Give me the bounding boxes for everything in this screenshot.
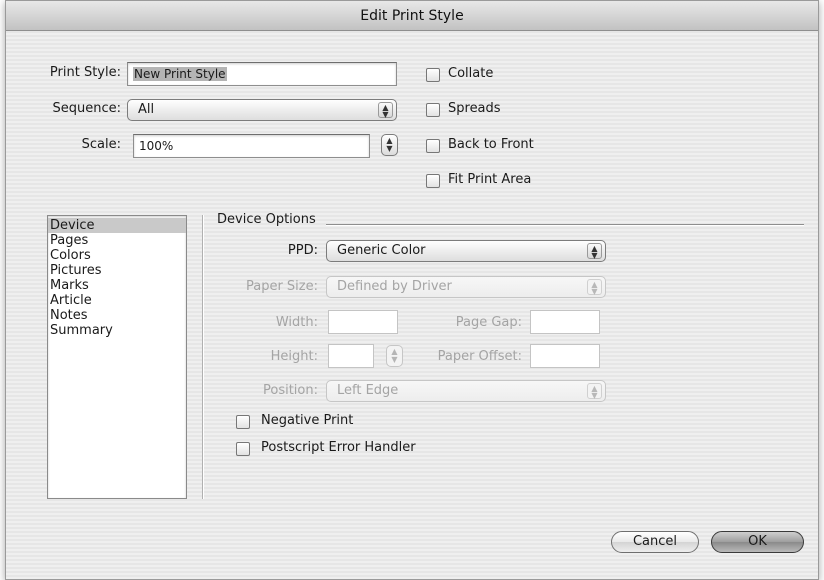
paper-offset-input[interactable] xyxy=(530,344,600,368)
height-label: Height: xyxy=(270,349,318,364)
sequence-value: All xyxy=(138,102,155,117)
list-item-device[interactable]: Device xyxy=(48,218,186,233)
dialog-title: Edit Print Style xyxy=(6,1,818,31)
width-label: Width: xyxy=(275,315,318,330)
scale-stepper[interactable]: ▲ ▼ xyxy=(381,134,398,156)
up-down-arrows-icon: ▲ ▼ xyxy=(587,279,602,296)
sequence-label: Sequence: xyxy=(52,101,121,116)
postscript-error-handler-checkbox[interactable] xyxy=(236,442,250,456)
print-style-label: Print Style: xyxy=(49,65,121,80)
category-list[interactable]: Device Pages Colors Pictures Marks Artic… xyxy=(47,215,187,499)
list-item-article[interactable]: Article xyxy=(48,293,186,308)
back-to-front-label: Back to Front xyxy=(448,137,534,152)
ppd-popup[interactable]: Generic Color ▲ ▼ xyxy=(326,240,606,262)
up-down-arrows-icon: ▲ ▼ xyxy=(587,243,602,260)
scale-input[interactable]: 100% xyxy=(133,134,370,158)
list-item-marks[interactable]: Marks xyxy=(48,278,186,293)
collate-checkbox[interactable] xyxy=(426,68,440,82)
ok-button[interactable]: OK xyxy=(711,531,804,553)
scale-value: 100% xyxy=(139,139,174,153)
negative-print-checkbox[interactable] xyxy=(236,415,250,429)
stepper-arrows-icon: ▲ ▼ xyxy=(391,347,398,364)
paper-size-value: Defined by Driver xyxy=(337,279,452,294)
negative-print-label: Negative Print xyxy=(261,413,354,428)
list-item-colors[interactable]: Colors xyxy=(48,248,186,263)
edit-print-style-dialog: Edit Print Style Print Style: New Print … xyxy=(5,0,819,580)
device-options-title: Device Options xyxy=(217,212,316,227)
list-item-pictures[interactable]: Pictures xyxy=(48,263,186,278)
paper-offset-label: Paper Offset: xyxy=(437,349,522,364)
list-item-summary[interactable]: Summary xyxy=(48,323,186,338)
list-item-pages[interactable]: Pages xyxy=(48,233,186,248)
up-down-arrows-icon: ▲ ▼ xyxy=(587,383,602,400)
position-popup[interactable]: Left Edge ▲ ▼ xyxy=(326,380,606,402)
fit-print-area-checkbox[interactable] xyxy=(426,174,440,188)
fit-print-area-label: Fit Print Area xyxy=(448,172,532,187)
group-separator xyxy=(326,224,804,226)
ppd-label: PPD: xyxy=(287,243,318,258)
up-down-arrows-icon: ▲ ▼ xyxy=(378,102,393,119)
cancel-button[interactable]: Cancel xyxy=(611,531,699,553)
height-stepper[interactable]: ▲ ▼ xyxy=(386,345,403,367)
position-label: Position: xyxy=(263,383,318,398)
paper-size-label: Paper Size: xyxy=(245,279,318,294)
postscript-error-handler-label: Postscript Error Handler xyxy=(261,440,416,455)
height-input[interactable] xyxy=(328,344,374,368)
page-gap-label: Page Gap: xyxy=(455,315,522,330)
print-style-value: New Print Style xyxy=(133,67,227,81)
sequence-popup[interactable]: All ▲ ▼ xyxy=(127,99,397,121)
scale-label: Scale: xyxy=(81,137,121,152)
position-value: Left Edge xyxy=(337,383,399,398)
spreads-checkbox[interactable] xyxy=(426,103,440,117)
list-item-notes[interactable]: Notes xyxy=(48,308,186,323)
panel-divider xyxy=(202,215,204,499)
stepper-arrows-icon: ▲ ▼ xyxy=(386,136,393,153)
page-gap-input[interactable] xyxy=(530,310,600,334)
collate-label: Collate xyxy=(448,66,494,81)
paper-size-popup[interactable]: Defined by Driver ▲ ▼ xyxy=(326,276,606,298)
width-input[interactable] xyxy=(328,310,398,334)
spreads-label: Spreads xyxy=(448,101,501,116)
ppd-value: Generic Color xyxy=(337,243,426,258)
print-style-input[interactable]: New Print Style xyxy=(127,62,397,86)
back-to-front-checkbox[interactable] xyxy=(426,139,440,153)
